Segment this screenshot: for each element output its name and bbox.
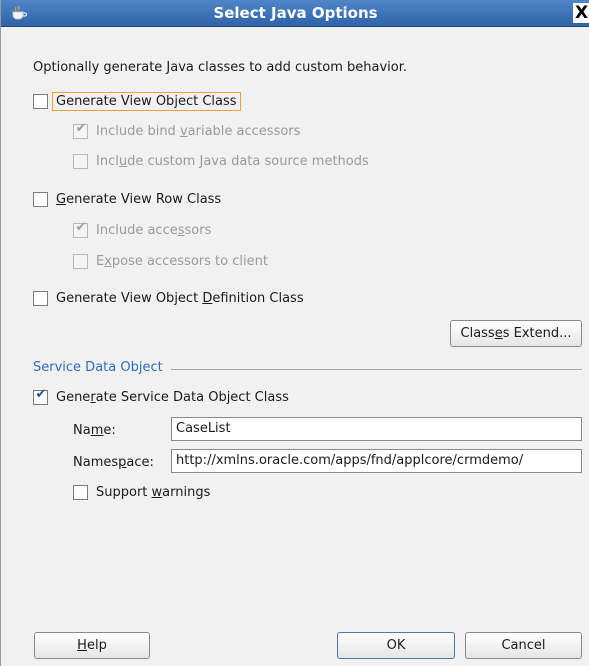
expose-accessors-option[interactable]: Expose accessors to client (73, 250, 268, 272)
generate-definition-class-checkbox[interactable] (33, 290, 48, 306)
generate-view-row-class-checkbox[interactable] (33, 191, 48, 207)
ok-button[interactable]: OK (337, 632, 455, 659)
generate-view-object-class-checkbox[interactable] (33, 93, 48, 109)
help-button[interactable]: Help (34, 632, 150, 659)
namespace-label: Namespace: (73, 455, 154, 470)
checkmark-icon: ✔ (75, 219, 87, 235)
dialog-title: Select Java Options (213, 4, 378, 22)
intro-text: Optionally generate Java classes to add … (33, 60, 407, 75)
cancel-button[interactable]: Cancel (465, 632, 582, 659)
include-bind-accessors-label: Include bind variable accessors (96, 123, 301, 139)
generate-view-row-class-option[interactable]: Generate View Row Class (33, 188, 221, 210)
generate-view-object-class-label: Generate View Object Class (52, 91, 241, 111)
generate-sdo-class-checkbox[interactable]: ✔ (33, 386, 48, 405)
generate-view-row-class-label: Generate View Row Class (56, 191, 222, 207)
classes-extend-button[interactable]: Classes Extend... (450, 320, 582, 347)
generate-view-object-class-option[interactable]: Generate View Object Class (33, 90, 241, 112)
close-button[interactable]: X (573, 3, 589, 23)
include-accessors-checkbox[interactable]: ✔ (73, 219, 88, 238)
expose-accessors-checkbox[interactable] (73, 253, 88, 269)
support-warnings-checkbox[interactable] (73, 484, 88, 500)
service-data-object-section-title: Service Data Object (33, 360, 163, 375)
include-custom-methods-label: Include custom Java data source methods (96, 153, 369, 169)
expose-accessors-label: Expose accessors to client (96, 253, 268, 269)
title-bar: Select Java Options X (1, 0, 589, 27)
support-warnings-label: Support warnings (96, 484, 211, 500)
java-cup-icon (12, 5, 28, 20)
name-input[interactable]: CaseList (171, 417, 582, 441)
include-bind-accessors-option[interactable]: ✔ Include bind variable accessors (73, 120, 300, 142)
generate-definition-class-option[interactable]: Generate View Object Definition Class (33, 287, 304, 309)
checkmark-icon: ✔ (75, 120, 87, 136)
generate-definition-class-label: Generate View Object Definition Class (56, 290, 304, 306)
include-accessors-option[interactable]: ✔ Include accessors (73, 219, 211, 241)
checkmark-icon: ✔ (35, 386, 47, 402)
generate-sdo-class-label: Generate Service Data Object Class (56, 389, 289, 405)
include-custom-methods-option[interactable]: Include custom Java data source methods (73, 150, 369, 172)
include-custom-methods-checkbox[interactable] (73, 153, 88, 169)
name-label: Name: (73, 423, 116, 438)
generate-sdo-class-option[interactable]: ✔ Generate Service Data Object Class (33, 386, 289, 408)
dialog-window: Select Java Options X Optionally generat… (0, 0, 589, 666)
include-bind-accessors-checkbox[interactable]: ✔ (73, 120, 88, 139)
section-divider (171, 369, 582, 370)
namespace-input[interactable]: http://xmlns.oracle.com/apps/fnd/applcor… (171, 449, 582, 473)
include-accessors-label: Include accessors (96, 222, 212, 238)
support-warnings-option[interactable]: Support warnings (73, 481, 210, 503)
